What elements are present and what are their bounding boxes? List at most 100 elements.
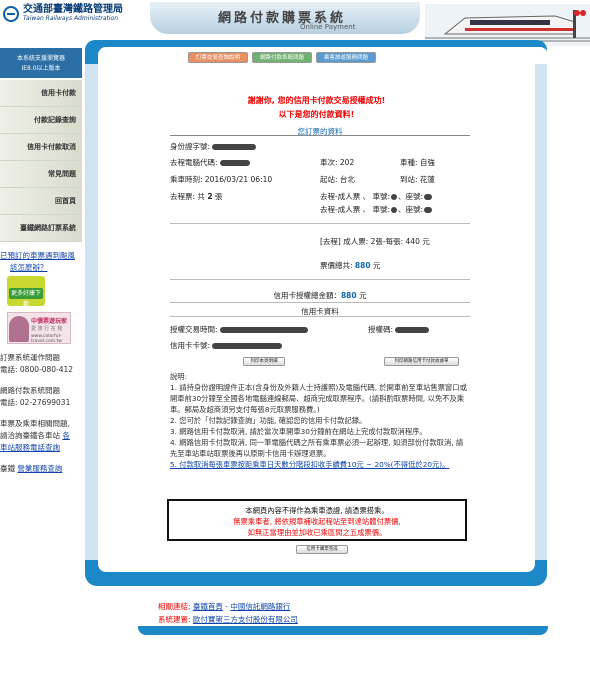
- sidebar-item-tra-booking[interactable]: 臺鐵網路訂票系統: [0, 215, 82, 242]
- fare-detail: [去程] 成人票: 2張-每張: 440 元: [320, 237, 430, 246]
- travel-banner-title: 中債票遊玩家: [31, 318, 68, 325]
- success-submessage: 以下是您的付款資料!: [278, 110, 355, 119]
- seat2-mid: 、座號:: [398, 205, 424, 214]
- travel-banner-photo: [9, 316, 29, 342]
- card-number-row: 信用卡卡號:: [170, 340, 283, 351]
- ticket-count-row: 去程票: 共 2 張: [170, 191, 222, 202]
- typhoon-link-line1[interactable]: 已預訂的車票遇到颱風: [0, 251, 75, 260]
- system-builder: 系統建置: 歐付寶第三方支付股份有限公司: [158, 614, 298, 625]
- fare-total-row: 票價總共: 880 元: [320, 260, 380, 271]
- seat1-seat-masked: [424, 194, 433, 200]
- auth-total-row: 信用卡授權總金額：880 元: [170, 290, 470, 301]
- pay-contact: 網路付款系統問題 電話: 02-27699031: [0, 385, 70, 409]
- seat2-seat-masked: [424, 207, 433, 213]
- sidebar-item-payment-records[interactable]: 付款記錄查詢: [0, 107, 82, 134]
- ops-contact-title: 訂票系統運作問題: [0, 353, 60, 362]
- tra-logo-icon: [3, 5, 19, 22]
- system-subtitle: Online Payment: [300, 23, 356, 31]
- sidebar-item-home[interactable]: 回首頁: [0, 188, 82, 215]
- print-page-button[interactable]: 列印本頁明細: [243, 357, 285, 366]
- link-tra-home[interactable]: 臺鐵首頁: [193, 602, 223, 611]
- auth-time-label: 授權交易時間:: [170, 325, 218, 334]
- seat2-car-masked: [391, 207, 398, 213]
- fare-total-unit: 元: [372, 261, 381, 270]
- seat1-mid: 、座號:: [398, 192, 424, 201]
- link-ctbc-bank[interactable]: 中國信託網路銀行: [230, 602, 290, 611]
- ticket-count-prefix: 去程票: 共: [170, 192, 205, 201]
- pc-code-row: 去程電腦代碼:: [170, 157, 250, 168]
- id-number-row: 身份證字號:: [170, 141, 257, 152]
- ticket-count-value: 2: [207, 192, 213, 201]
- pc-code-label: 去程電腦代碼:: [170, 158, 218, 167]
- departure-time: 乘車時刻: 2016/03/21 06:10: [170, 175, 273, 184]
- divider: [170, 302, 470, 303]
- success-message: 謝謝你, 您的信用卡付款交易授權成功!: [247, 96, 386, 105]
- id-number-label: 身份證字號:: [170, 142, 211, 151]
- warning-line-1: 本網頁內容不得作為乘車憑證, 請憑票搭乘。: [245, 506, 389, 515]
- top-tabs: 訂票交易查詢說明 網路付款系統問題 乘客旅遊服務問題: [188, 52, 376, 63]
- typhoon-link[interactable]: 已預訂的車票遇到颱風 該怎麼辦？: [0, 250, 75, 274]
- tra-logo[interactable]: 交通部臺灣鐵路管理局 Taiwan Railways Administratio…: [3, 4, 123, 23]
- auth-total-label: 信用卡授權總金額：: [273, 291, 341, 300]
- from-station: 起站: 台北: [320, 175, 355, 184]
- sidebar-menu: 信用卡付款 付款記錄查詢 信用卡付款取消 常見問題 回首頁 臺鐵網路訂票系統: [0, 80, 82, 242]
- travel-banner-url: www.colorful-travel.com.tw: [31, 334, 62, 344]
- frame-bottom-inner: [98, 560, 535, 572]
- warning-box: 本網頁內容不得作為乘車憑證, 請憑票搭乘。 無票乘車者, 將依規章補收起程站至到…: [167, 499, 467, 541]
- logo-title-zh: 交通部臺灣鐵路管理局: [23, 4, 123, 15]
- auth-time-row: 授權交易時間:: [170, 324, 308, 335]
- warning-line-2: 無票乘車者, 將依規章補收起程站至到達站體付票價,: [233, 517, 401, 526]
- download-banner[interactable]: 更多好康下載: [7, 276, 45, 308]
- link-allpay[interactable]: 歐付寶第三方支付股份有限公司: [193, 615, 298, 624]
- auth-time-masked: [219, 327, 308, 333]
- pc-code-masked: [219, 160, 250, 166]
- station-link-each[interactable]: 各: [62, 431, 70, 440]
- download-banner-label: 更多好康下載: [9, 288, 43, 308]
- browser-notice-line1: 本系統支援瀏覽器: [16, 55, 65, 62]
- note-item-5-link[interactable]: 5. 付款取消每張車票按距乘車日天數分階段扣收手續費10元 ~ 20%(不得低於…: [170, 459, 470, 470]
- note-item-2: 2. 您可於「付款記錄查詢」功能, 確認您的信用卡付款記錄。: [170, 416, 367, 425]
- station-service-link[interactable]: 車站服務電話查詢: [0, 443, 60, 452]
- travel-banner-sub: 愛 旅 行 在 我: [31, 326, 63, 332]
- sidebar-item-faq[interactable]: 常見問題: [0, 161, 82, 188]
- auth-code-masked: [395, 327, 430, 333]
- fare-total-value: 880: [354, 261, 371, 270]
- train-number: 車次: 202: [320, 158, 355, 167]
- auth-code-label: 授權碼:: [368, 325, 394, 334]
- frame-left-border: [85, 64, 98, 574]
- ops-contact-phone: 電話: 0800-080-412: [0, 365, 74, 374]
- travel-banner[interactable]: 中債票遊玩家 愛 旅 行 在 我 www.colorful-travel.com…: [7, 312, 71, 344]
- auth-total-value: 880: [340, 291, 357, 300]
- divider: [170, 135, 470, 136]
- pay-contact-title: 網路付款系統問題: [0, 386, 60, 395]
- station-contact: 車票及乘車相關問題, 請洽詢臺鐵各車站 各 車站服務電話查詢: [0, 418, 70, 454]
- to-station: 到站: 花蓮: [400, 175, 435, 184]
- card-number-label: 信用卡卡號:: [170, 341, 211, 350]
- service-inquiry-link[interactable]: 營業服務查詢: [17, 464, 62, 473]
- divider: [170, 316, 470, 317]
- print-receipt-button[interactable]: 列印網路信用卡付款收據單: [384, 357, 459, 366]
- purchase-complete-button[interactable]: 信用卡購票完成: [296, 545, 348, 554]
- divider: [170, 279, 470, 280]
- sidebar-item-credit-card-payment[interactable]: 信用卡付款: [0, 80, 82, 107]
- divider: [170, 223, 470, 224]
- note-item-4: 4. 網路信用卡付款取消, 同一筆電腦代碼之所有乘車票必須一起辦理, 如須部份付…: [170, 438, 464, 458]
- tab-payment-system[interactable]: 網路付款系統問題: [252, 52, 312, 63]
- auth-code-row: 授權碼:: [368, 324, 430, 335]
- seat1-prefix: 去程-成人票 、 車號:: [320, 192, 391, 201]
- frame-right-border: [535, 64, 547, 574]
- tab-travel-service[interactable]: 乘客旅遊服務問題: [316, 52, 376, 63]
- logo-title-en: Taiwan Railways Administration: [23, 15, 119, 22]
- warning-line-3: 如無正當理由並加收已乘區間之五成票價。: [247, 528, 387, 537]
- ops-contact: 訂票系統運作問題 電話: 0800-080-412: [0, 352, 73, 376]
- sidebar-item-payment-cancel[interactable]: 信用卡付款取消: [0, 134, 82, 161]
- service-inquiry: 臺鐵 營業服務查詢: [0, 463, 62, 475]
- note-item-3: 3. 網路信用卡付款取消, 請於當次車開車30分鐘前在網站上完成付款取消程序。: [170, 427, 427, 436]
- tab-booking-inquiry[interactable]: 訂票交易查詢說明: [188, 52, 248, 63]
- seat-row-1: 去程-成人票 、 車號: 、座號:: [320, 191, 433, 202]
- browser-notice-line2: IE8.0以上版本: [21, 65, 61, 72]
- id-number-masked: [212, 144, 257, 150]
- browser-support-notice: 本系統支援瀏覽器 IE8.0以上版本: [0, 48, 82, 78]
- typhoon-link-line2[interactable]: 該怎麼辦？: [10, 263, 48, 272]
- footer-bar: [138, 626, 548, 635]
